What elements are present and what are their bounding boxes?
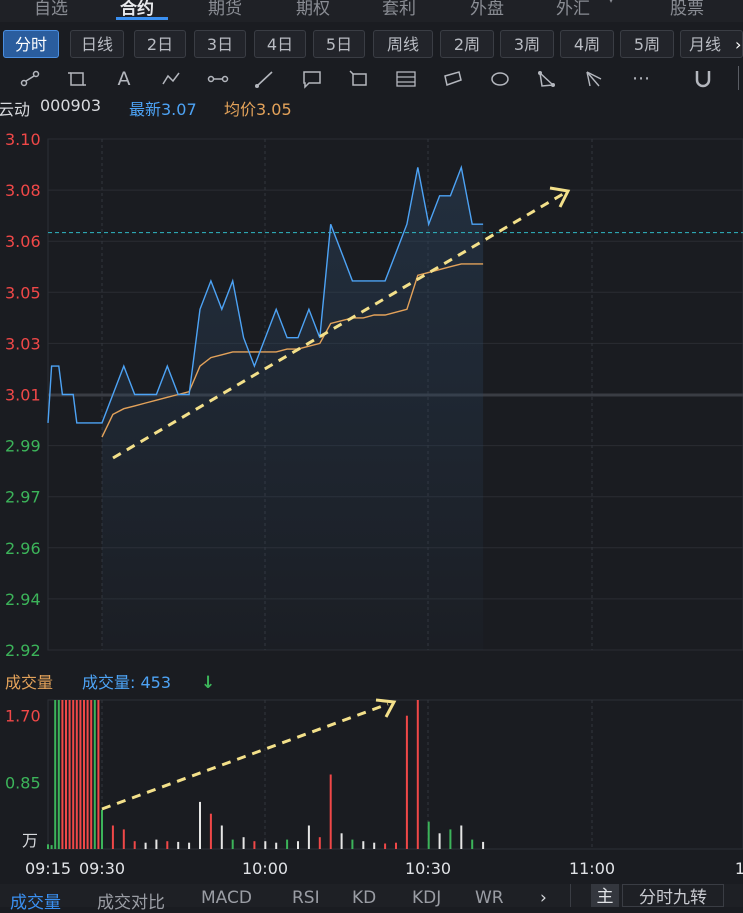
volume-bar	[297, 841, 299, 849]
volume-bar	[460, 825, 463, 849]
tab-divider	[570, 884, 571, 907]
volume-bar	[264, 841, 267, 849]
price-tick-label: 2.92	[5, 641, 41, 660]
volume-bar	[373, 842, 376, 849]
volume-tick-label: 1.70	[5, 707, 41, 726]
tab-volume[interactable]: 成交量	[10, 888, 61, 913]
time-tick-label: 09:15	[25, 859, 71, 878]
nine-turn-button[interactable]: 分时九转	[622, 884, 724, 908]
volume-bar	[93, 700, 96, 849]
main-chart-button[interactable]: 主	[591, 884, 619, 907]
price-tick-label: 3.05	[5, 283, 41, 302]
volume-bars	[47, 700, 485, 849]
volume-bar	[90, 700, 93, 849]
volume-bar	[231, 839, 234, 849]
time-tick-label: 11:00	[569, 859, 615, 878]
volume-bar	[199, 801, 201, 849]
volume-bar	[318, 837, 321, 849]
volume-bar	[307, 825, 310, 849]
time-axis-labels: 09:15 09:30 10:00 10:30 11:00 11	[25, 859, 743, 878]
volume-bar	[97, 700, 100, 849]
volume-bar	[275, 842, 278, 849]
tab-kdj[interactable]: KDJ	[412, 888, 441, 908]
volume-bar	[482, 841, 485, 849]
price-tick-label: 3.03	[5, 334, 41, 353]
volume-bar	[68, 700, 71, 849]
volume-bar	[362, 841, 365, 849]
volume-axis-labels: 1.70 0.85	[5, 707, 41, 793]
volume-bar	[54, 700, 57, 849]
volume-bar	[50, 845, 53, 849]
price-tick-label: 3.08	[5, 181, 41, 200]
indicator-tabs: 成交量 成交对比 MACD RSI KD KDJ WR › 主 分时九转	[0, 884, 743, 913]
volume-bar	[286, 839, 289, 849]
nine-turn-label: 分时九转	[639, 888, 707, 908]
time-tick-label: 10:00	[242, 859, 288, 878]
volume-bar	[384, 843, 387, 849]
volume-bar	[83, 700, 85, 849]
volume-bar	[72, 700, 75, 849]
volume-bar	[75, 700, 78, 849]
time-tick-label: 09:30	[79, 859, 125, 878]
price-tick-label: 2.97	[5, 488, 41, 507]
volume-bar	[166, 841, 169, 849]
volume-bar	[65, 700, 67, 849]
price-tick-label: 3.01	[5, 386, 41, 405]
chevron-right-icon[interactable]: ›	[540, 888, 547, 908]
volume-bar	[438, 833, 441, 849]
volume-tick-label: 0.85	[5, 773, 41, 792]
volume-bar	[427, 821, 430, 849]
price-tick-label: 2.99	[5, 437, 41, 456]
volume-bar	[57, 700, 60, 849]
price-tick-label: 2.94	[5, 590, 41, 609]
volume-bar	[351, 839, 354, 849]
volume-bar	[395, 842, 397, 849]
volume-bar	[209, 813, 212, 849]
volume-panel-title: 成交量	[5, 673, 53, 692]
volume-bar	[111, 825, 114, 849]
volume-bar	[329, 774, 332, 849]
volume-bar	[133, 841, 136, 849]
volume-bar	[471, 839, 474, 849]
price-axis-labels: 3.10 3.08 3.06 3.05 3.03 3.01 2.99 2.97 2.96 2.94…	[5, 130, 41, 660]
volume-bar	[79, 700, 82, 849]
tab-kd[interactable]: KD	[352, 888, 376, 908]
volume-bar	[220, 825, 223, 849]
volume-bar	[405, 715, 408, 849]
volume-bar	[416, 700, 419, 849]
volume-down-arrow-icon: ↓	[201, 673, 215, 693]
volume-current-label: 成交量: 453	[82, 673, 171, 692]
volume-bar	[86, 700, 89, 849]
volume-bar	[188, 842, 191, 849]
volume-bar	[61, 700, 64, 849]
tab-macd[interactable]: MACD	[201, 888, 252, 908]
volume-bar	[47, 844, 49, 849]
volume-bar	[449, 829, 452, 849]
tab-rsi[interactable]: RSI	[292, 888, 320, 908]
volume-unit-label: 万	[22, 831, 38, 850]
volume-bar	[340, 833, 343, 849]
price-tick-label: 3.06	[5, 232, 41, 251]
price-tick-label: 3.10	[5, 130, 41, 149]
tab-wr[interactable]: WR	[475, 888, 504, 908]
volume-bar	[155, 839, 158, 849]
intraday-chart[interactable]: 3.10 3.08 3.06 3.05 3.03 3.01 2.99 2.97 2.96 2.94…	[0, 0, 743, 884]
time-tick-label: 11	[735, 859, 743, 878]
price-tick-label: 2.96	[5, 539, 41, 558]
time-tick-label: 10:30	[405, 859, 451, 878]
volume-bar	[122, 829, 125, 849]
volume-bar	[253, 841, 256, 849]
volume-bar	[177, 841, 180, 849]
volume-trend-annotation-arrow	[101, 702, 389, 811]
volume-bar	[101, 809, 103, 849]
volume-bar	[144, 842, 147, 849]
tab-volume-compare[interactable]: 成交对比	[97, 888, 165, 913]
volume-bar	[242, 837, 245, 849]
price-area-fill	[102, 167, 484, 650]
volume-panel-frame	[47, 699, 743, 850]
main-chart-label: 主	[596, 887, 614, 907]
